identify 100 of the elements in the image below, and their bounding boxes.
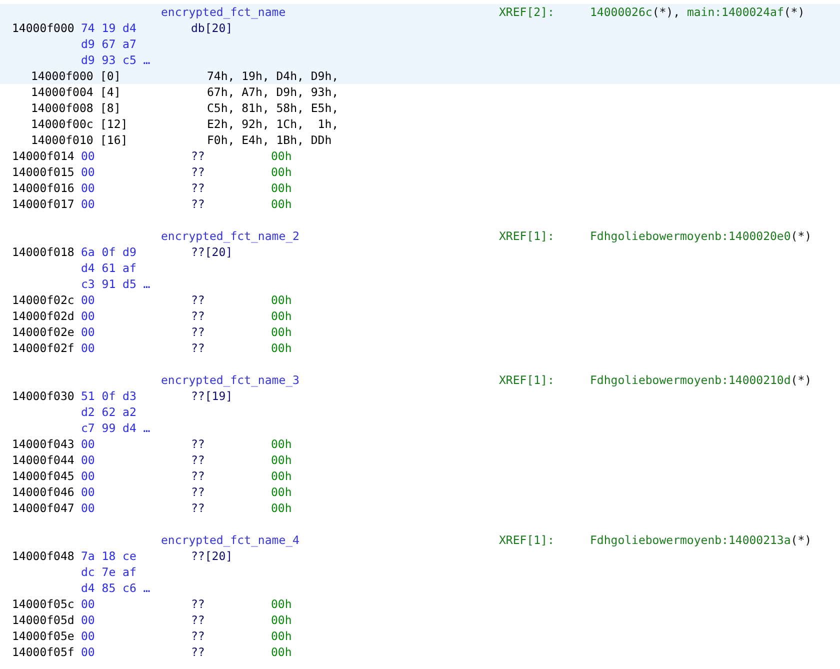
byte-values: 74 19 d4	[81, 21, 136, 35]
mnemonic: ??	[191, 309, 205, 323]
element-row[interactable]: 14000f010 [16] F0h, E4h, 1Bh, DDh	[0, 132, 840, 148]
mnemonic: ??[20]	[191, 548, 233, 564]
block-label[interactable]: encrypted_fct_name_2	[161, 228, 499, 244]
mnemonic: ??	[191, 469, 205, 483]
block-label[interactable]: encrypted_fct_name_3	[161, 372, 499, 388]
element-row[interactable]: 14000f00c [12] E2h, 92h, 1Ch, 1h,	[0, 116, 840, 132]
xref-list[interactable]: Fdhgoliebowermoyenb:14000210d(*)	[590, 372, 812, 388]
byte-values: 00	[81, 613, 95, 627]
address: 14000f010	[31, 133, 94, 147]
byte-values: 00	[81, 645, 95, 659]
mnemonic: ??	[191, 645, 205, 659]
mnemonic: ??[19]	[191, 388, 233, 404]
array-index: [8]	[100, 101, 121, 115]
mnemonic: ??	[191, 629, 205, 643]
operand: 00h	[271, 436, 292, 452]
operand: 00h	[271, 340, 292, 356]
address: 14000f048	[12, 549, 74, 563]
block-label[interactable]: encrypted_fct_name_4	[161, 532, 499, 548]
element-values: 74h, 19h, D4h, D9h,	[207, 68, 339, 84]
address: 14000f00c	[31, 117, 94, 131]
address: 14000f02f	[12, 341, 74, 355]
mnemonic: ??	[191, 165, 205, 179]
operand: 00h	[271, 292, 292, 308]
byte-values: 00	[81, 325, 95, 339]
array-index: [0]	[100, 69, 121, 83]
address: 14000f05f	[12, 645, 74, 659]
operand: 00h	[271, 468, 292, 484]
mnemonic: ??	[191, 181, 205, 195]
xref-label: XREF[1]:	[499, 532, 556, 548]
mnemonic: ??	[191, 613, 205, 627]
address: 14000f000	[12, 21, 74, 35]
operand: 00h	[271, 452, 292, 468]
address: 14000f030	[12, 389, 74, 403]
address: 14000f05d	[12, 613, 74, 627]
mnemonic: ??	[191, 501, 205, 515]
address: 14000f05c	[12, 597, 74, 611]
address: 14000f02e	[12, 325, 74, 339]
address: 14000f017	[12, 197, 74, 211]
address: 14000f014	[12, 149, 74, 163]
element-values: E2h, 92h, 1Ch, 1h,	[207, 116, 339, 132]
operand: 00h	[271, 628, 292, 644]
byte-values: 00	[81, 501, 95, 515]
address: 14000f000	[31, 69, 94, 83]
mnemonic: db[20]	[191, 20, 233, 36]
mnemonic: ??	[191, 437, 205, 451]
address: 14000f008	[31, 101, 94, 115]
mnemonic: ??	[191, 341, 205, 355]
byte-values: 00	[81, 309, 95, 323]
operand: 00h	[271, 308, 292, 324]
byte-values: 00	[81, 485, 95, 499]
array-index: [16]	[100, 133, 128, 147]
address: 14000f004	[31, 85, 94, 99]
byte-values: 00	[81, 293, 95, 307]
operand: 00h	[271, 324, 292, 340]
xref-label: XREF[1]:	[499, 372, 556, 388]
address: 14000f044	[12, 453, 74, 467]
mnemonic: ??	[191, 149, 205, 163]
mnemonic: ??	[191, 453, 205, 467]
byte-values: 7a 18 ce	[81, 549, 136, 563]
address: 14000f043	[12, 437, 74, 451]
element-row[interactable]: 14000f008 [8] C5h, 81h, 58h, E5h,	[0, 100, 840, 116]
array-index: [4]	[100, 85, 121, 99]
xref-list[interactable]: Fdhgoliebowermoyenb:14000213a(*)	[590, 532, 812, 548]
byte-values: 00	[81, 149, 95, 163]
operand: 00h	[271, 484, 292, 500]
byte-values: c7 99 d4 …	[81, 421, 150, 435]
xref-label: XREF[1]:	[499, 228, 556, 244]
byte-values: 00	[81, 181, 95, 195]
address: 14000f015	[12, 165, 74, 179]
operand: 00h	[271, 196, 292, 212]
operand: 00h	[271, 148, 292, 164]
byte-values: 00	[81, 437, 95, 451]
mnemonic: ??	[191, 485, 205, 499]
byte-values: c3 91 d5 …	[81, 277, 150, 291]
address: 14000f016	[12, 181, 74, 195]
byte-values: 00	[81, 597, 95, 611]
xref-list[interactable]: Fdhgoliebowermoyenb:1400020e0(*)	[590, 228, 812, 244]
mnemonic: ??	[191, 197, 205, 211]
mnemonic: ??[20]	[191, 244, 233, 260]
element-row[interactable]: 14000f004 [4] 67h, A7h, D9h, 93h,	[0, 84, 840, 100]
element-row[interactable]: 14000f000 [0] 74h, 19h, D4h, D9h,	[0, 68, 840, 84]
address: 14000f045	[12, 469, 74, 483]
byte-values: 00	[81, 469, 95, 483]
byte-values: 6a 0f d9	[81, 245, 136, 259]
address: 14000f05e	[12, 629, 74, 643]
xref-list[interactable]: 14000026c(*), main:1400024af(*)	[590, 4, 805, 20]
block-label[interactable]: encrypted_fct_name	[161, 4, 499, 20]
operand: 00h	[271, 500, 292, 516]
byte-values: 00	[81, 453, 95, 467]
byte-values: d4 61 af	[81, 261, 136, 275]
byte-values: dc 7e af	[81, 565, 136, 579]
operand: 00h	[271, 596, 292, 612]
byte-values: 00	[81, 341, 95, 355]
address: 14000f02c	[12, 293, 74, 307]
mnemonic: ??	[191, 597, 205, 611]
array-index: [12]	[100, 117, 128, 131]
operand: 00h	[271, 164, 292, 180]
byte-values: d9 93 c5 …	[81, 53, 150, 67]
